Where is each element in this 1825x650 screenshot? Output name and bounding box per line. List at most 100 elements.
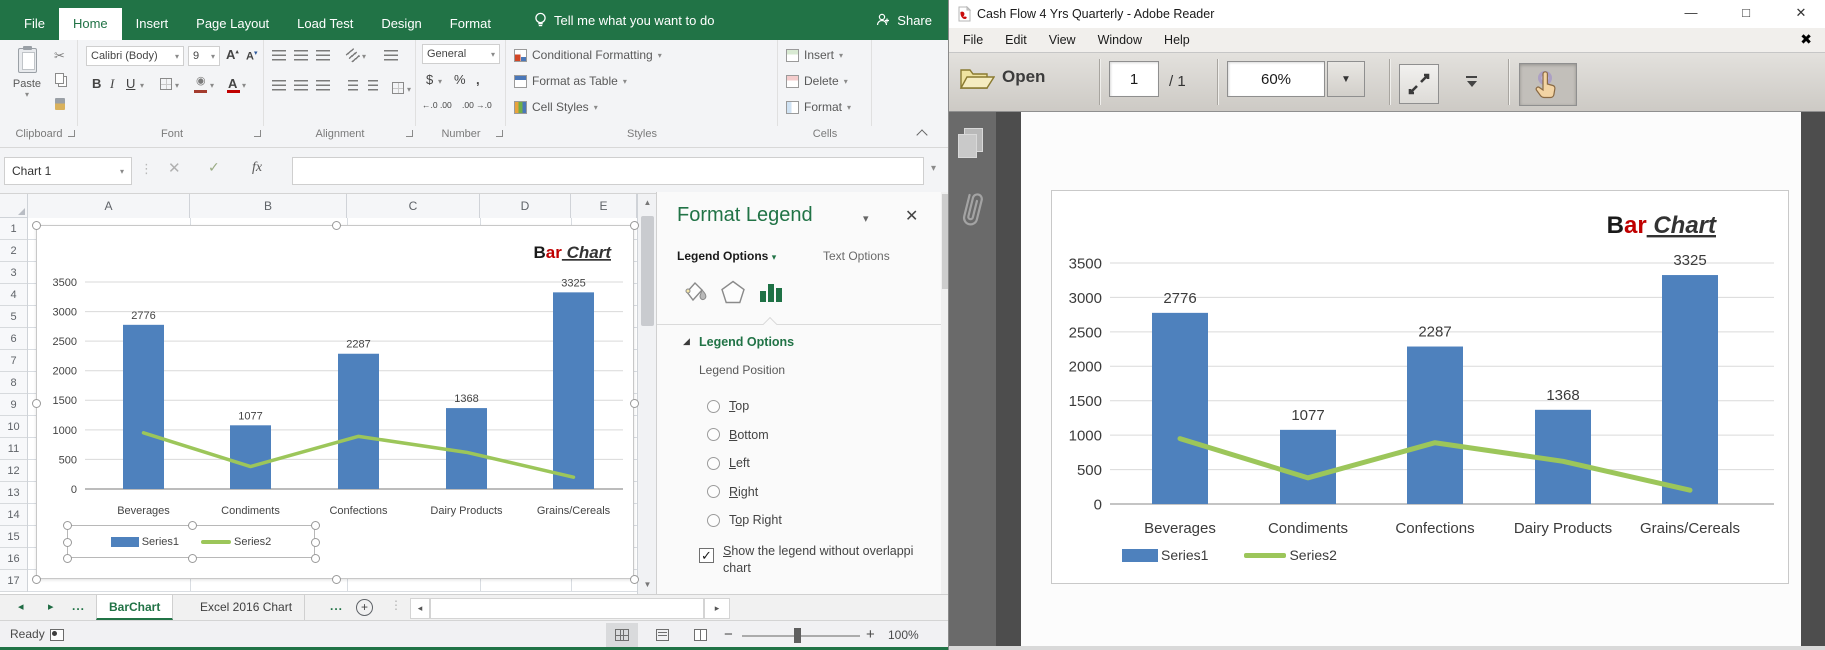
excel-chart-legend[interactable]: Series1Series2 xyxy=(67,525,315,558)
comma-button[interactable]: , xyxy=(476,72,480,87)
more-tools-dd-icon[interactable] xyxy=(1465,76,1479,88)
ribbon-tab-file[interactable]: File xyxy=(10,8,59,40)
radio-circle[interactable] xyxy=(707,485,720,498)
zoom-in-icon[interactable]: + xyxy=(866,626,875,643)
orientation-dd-icon[interactable]: ▾ xyxy=(362,52,366,61)
font-name-select[interactable]: Calibri (Body)▾ xyxy=(86,46,184,66)
row-header-11[interactable]: 11 xyxy=(0,438,27,460)
ribbon-button-delete-cells[interactable]: Delete▾ xyxy=(786,74,848,88)
selection-handle[interactable] xyxy=(630,399,639,408)
maximize-icon[interactable]: □ xyxy=(1724,0,1768,27)
increase-indent-icon[interactable] xyxy=(368,80,378,91)
formula-input[interactable] xyxy=(292,157,924,185)
legend-item-series1[interactable]: Series1 xyxy=(111,536,179,548)
selection-handle[interactable] xyxy=(188,554,197,563)
hscroll-right-icon[interactable]: ▸ xyxy=(704,598,730,619)
dialog-launcher-icon[interactable] xyxy=(68,130,75,137)
ribbon-tab-home[interactable]: Home xyxy=(59,8,122,40)
column-header-e[interactable]: E xyxy=(571,194,637,218)
align-left-icon[interactable] xyxy=(272,80,286,91)
prev-sheet-icon[interactable]: ◂ xyxy=(18,595,24,621)
currency-dd-icon[interactable]: ▾ xyxy=(438,77,442,86)
page-break-view-button[interactable] xyxy=(684,623,716,647)
row-header-4[interactable]: 4 xyxy=(0,284,27,306)
selection-handle[interactable] xyxy=(630,575,639,584)
normal-view-button[interactable] xyxy=(606,623,638,647)
new-sheet-button[interactable]: + xyxy=(356,599,373,616)
align-middle-icon[interactable] xyxy=(294,50,308,61)
pane-scrollbar[interactable] xyxy=(941,192,948,594)
tab-legend-options[interactable]: Legend Options ▾ xyxy=(677,249,776,263)
tell-me-box[interactable]: Tell me what you want to do xyxy=(534,0,714,40)
zoom-percentage[interactable]: 100% xyxy=(888,628,919,642)
radio-option-left[interactable]: Left xyxy=(707,449,782,478)
row-header-16[interactable]: 16 xyxy=(0,548,27,570)
tab-text-options[interactable]: Text Options xyxy=(823,249,890,263)
row-header-15[interactable]: 15 xyxy=(0,526,27,548)
column-header-b[interactable]: B xyxy=(190,194,347,218)
increase-decimal-button[interactable]: ←.0 .00 xyxy=(422,100,452,110)
selection-handle[interactable] xyxy=(630,221,639,230)
name-box[interactable]: Chart 1 ▾ xyxy=(4,157,132,185)
radio-option-top-right[interactable]: Top Right xyxy=(707,506,782,535)
row-header-3[interactable]: 3 xyxy=(0,262,27,284)
percent-button[interactable]: % xyxy=(454,72,466,87)
row-header-5[interactable]: 5 xyxy=(0,306,27,328)
underline-dd-icon[interactable]: ▾ xyxy=(140,81,144,90)
ribbon-tab-load-test[interactable]: Load Test xyxy=(283,8,367,40)
row-header-1[interactable]: 1 xyxy=(0,218,27,240)
macro-record-icon[interactable] xyxy=(50,629,64,641)
dialog-launcher-icon[interactable] xyxy=(496,130,503,137)
row-header-6[interactable]: 6 xyxy=(0,328,27,350)
legend-options-icon[interactable] xyxy=(759,280,783,304)
fill-color-icon[interactable]: ◉ xyxy=(196,74,206,87)
cut-icon[interactable]: ✂ xyxy=(54,48,65,64)
collapse-ribbon-icon[interactable] xyxy=(916,130,928,138)
radio-option-right[interactable]: Right xyxy=(707,478,782,507)
expand-formula-bar-icon[interactable]: ▾ xyxy=(931,163,936,174)
selection-handle[interactable] xyxy=(188,521,197,530)
font-size-select[interactable]: 9▾ xyxy=(188,46,220,66)
sheet-tab-barchart[interactable]: BarChart xyxy=(96,595,173,620)
pane-dd-icon[interactable]: ▾ xyxy=(863,212,869,225)
sheet-tab-excel-2016-chart[interactable]: Excel 2016 Chart xyxy=(188,595,305,620)
share-button[interactable]: Share xyxy=(875,0,932,40)
fill-color-dd-icon[interactable]: ▾ xyxy=(210,81,214,90)
open-button[interactable]: Open xyxy=(959,62,1045,92)
selection-handle[interactable] xyxy=(311,538,320,547)
row-header-17[interactable]: 17 xyxy=(0,570,27,592)
close-icon[interactable]: ✕ xyxy=(1779,0,1823,27)
ribbon-tab-page-layout[interactable]: Page Layout xyxy=(182,8,283,40)
fill-line-icon[interactable] xyxy=(681,278,709,306)
excel-chart-object[interactable]: 05001000150020002500300035002776Beverage… xyxy=(36,225,634,579)
vertical-scroll-thumb[interactable] xyxy=(641,216,654,326)
ribbon-button-format-cells[interactable]: Format▾ xyxy=(786,100,851,114)
selection-handle[interactable] xyxy=(63,538,72,547)
row-header-7[interactable]: 7 xyxy=(0,350,27,372)
minimize-icon[interactable]: — xyxy=(1669,0,1713,27)
ribbon-button-cell-styles[interactable]: Cell Styles▾ xyxy=(514,100,598,114)
next-sheet-icon[interactable]: ▸ xyxy=(48,595,54,621)
row-header-9[interactable]: 9 xyxy=(0,394,27,416)
orientation-icon[interactable] xyxy=(346,48,361,63)
selection-handle[interactable] xyxy=(332,221,341,230)
ribbon-button-insert-cells[interactable]: Insert▾ xyxy=(786,48,843,62)
menu-help[interactable]: Help xyxy=(1153,28,1201,53)
fit-page-button[interactable] xyxy=(1399,64,1439,104)
radio-option-bottom[interactable]: Bottom xyxy=(707,421,782,450)
selection-handle[interactable] xyxy=(32,575,41,584)
hscroll-left-icon[interactable]: ◂ xyxy=(410,598,430,619)
effects-icon[interactable] xyxy=(719,278,747,306)
legend-options-section-header[interactable]: Legend Options xyxy=(699,335,794,349)
show-legend-checkbox[interactable]: ✓ xyxy=(699,548,714,563)
dialog-launcher-icon[interactable] xyxy=(254,130,261,137)
row-header-12[interactable]: 12 xyxy=(0,460,27,482)
page-layout-view-button[interactable] xyxy=(646,623,678,647)
align-bottom-icon[interactable] xyxy=(316,50,330,61)
radio-circle[interactable] xyxy=(707,514,720,527)
number-format-select[interactable]: General▾ xyxy=(422,44,500,64)
align-right-icon[interactable] xyxy=(316,80,330,91)
row-header-14[interactable]: 14 xyxy=(0,504,27,526)
page-thumbnails-icon[interactable] xyxy=(958,128,984,160)
select-all-corner[interactable] xyxy=(0,194,28,218)
